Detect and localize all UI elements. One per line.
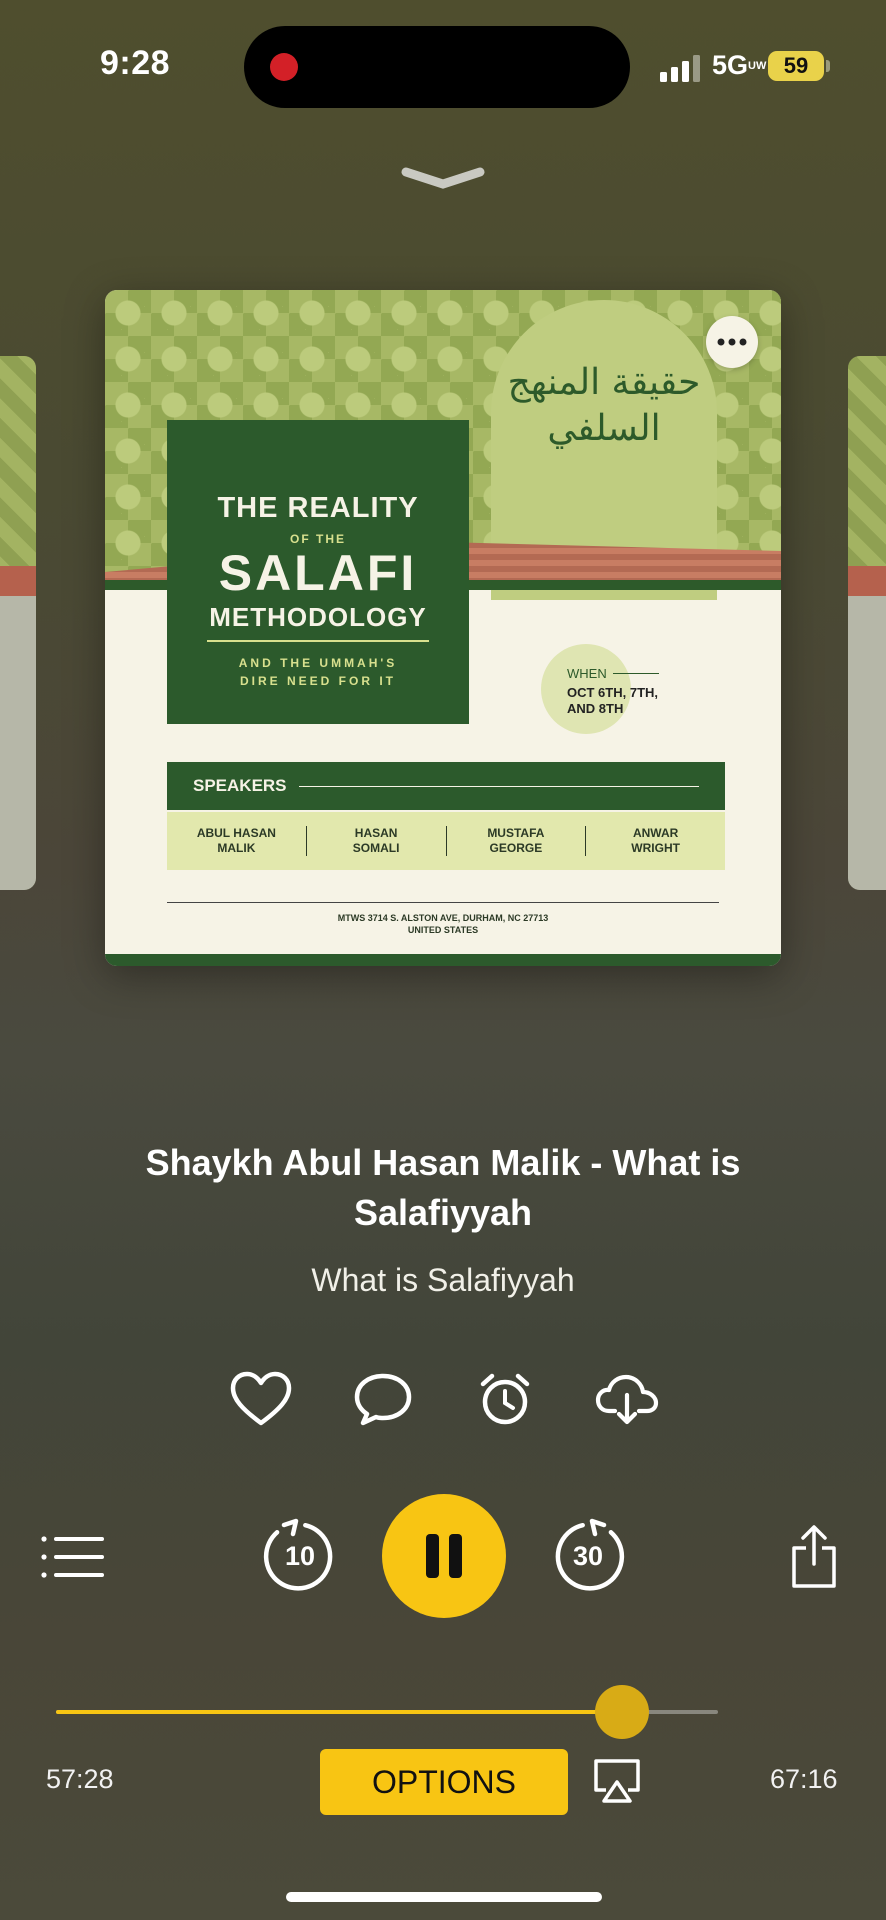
cellular-signal-icon xyxy=(660,55,700,82)
network-superscript: UW xyxy=(748,60,767,73)
download-button[interactable] xyxy=(590,1366,664,1432)
episode-artwork: حقيقة المنهج السلفي THE REALITY OF THE S… xyxy=(105,290,781,966)
airplay-icon[interactable] xyxy=(592,1758,642,1804)
speaker-name-line: MUSTAFA xyxy=(487,826,545,840)
artwork-footer-bar xyxy=(105,954,781,966)
previous-artwork-peek[interactable] xyxy=(0,356,36,890)
more-options-button[interactable] xyxy=(706,316,758,368)
artwork-title-line-1: THE REALITY xyxy=(217,492,419,524)
total-duration: 67:16 xyxy=(770,1764,838,1794)
sleep-timer-button[interactable] xyxy=(472,1366,538,1432)
ellipsis-icon xyxy=(717,338,747,346)
artwork-speakers-rule xyxy=(299,786,699,787)
elapsed-time: 57:28 xyxy=(46,1764,114,1794)
cloud-download-icon xyxy=(595,1374,659,1425)
speaker-name-line: ABUL HASAN xyxy=(196,826,276,840)
options-button[interactable]: OPTIONS xyxy=(320,1749,568,1815)
podcast-name[interactable]: What is Salafiyyah xyxy=(100,1262,786,1299)
network-label: 5G xyxy=(712,50,749,80)
pause-button[interactable] xyxy=(382,1494,506,1618)
next-artwork-peek[interactable] xyxy=(848,356,886,890)
artwork-address: MTWS 3714 S. ALSTON AVE, DURHAM, NC 2771… xyxy=(167,912,719,936)
share-icon[interactable] xyxy=(788,1524,840,1590)
artwork-title-line-3: METHODOLOGY xyxy=(209,602,427,632)
artwork-speaker: ANWAR WRIGHT xyxy=(586,826,725,856)
artwork-title-line-2: SALAFI xyxy=(218,545,418,601)
status-time: 9:28 xyxy=(100,44,171,82)
forward-seconds: 30 xyxy=(572,1541,604,1571)
artwork-address-line-2: UNITED STATES xyxy=(407,925,479,935)
battery-indicator: 59 xyxy=(768,51,824,81)
artwork-title-box: THE REALITY OF THE SALAFI METHODOLOGY AN… xyxy=(167,420,469,724)
artwork-speakers-label: SPEAKERS xyxy=(193,776,287,795)
battery-tip xyxy=(826,60,830,72)
episode-title: Shaykh Abul Hasan Malik - What is Salafi… xyxy=(145,1142,741,1233)
artwork-speakers-row: ABUL HASAN MALIK HASAN SOMALI MUSTAFA GEORG… xyxy=(167,812,725,870)
artwork-subtitle-line-2: DIRE NEED FOR IT xyxy=(239,674,396,688)
speaker-name-line: SOMALI xyxy=(352,841,400,855)
speaker-name-line: ANWAR xyxy=(632,826,679,840)
artwork-speaker: MUSTAFA GEORGE xyxy=(447,826,587,856)
artwork-when-rule xyxy=(613,673,659,674)
artwork-speaker: HASAN SOMALI xyxy=(307,826,447,856)
artwork-subtitle: AND THE UMMAH'S DIRE NEED FOR IT xyxy=(167,654,469,690)
heart-icon xyxy=(230,1371,292,1426)
alarm-clock-icon xyxy=(480,1373,530,1425)
artwork-speakers-bar: SPEAKERS xyxy=(167,762,725,810)
artwork-arabic-title: حقيقة المنهج السلفي xyxy=(507,362,701,449)
speaker-name-line: MALIK xyxy=(217,841,256,855)
progress-thumb[interactable] xyxy=(595,1685,649,1739)
artwork-speaker: ABUL HASAN MALIK xyxy=(167,826,307,856)
progress-fill xyxy=(56,1710,622,1714)
artwork-when-dates: OCT 6TH, 7TH, AND 8TH xyxy=(567,685,687,717)
artwork-address-line-1: MTWS 3714 S. ALSTON AVE, DURHAM, NC 2771… xyxy=(337,913,549,923)
speaker-name-line: HASAN xyxy=(354,826,398,840)
artwork-when-dates-line-2: AND 8TH xyxy=(567,701,624,716)
pause-icon xyxy=(426,1534,462,1578)
like-button[interactable] xyxy=(226,1366,296,1432)
artwork-subtitle-line-1: AND THE UMMAH'S xyxy=(238,656,398,670)
speaker-name-line: WRIGHT xyxy=(631,841,680,855)
queue-list-icon[interactable] xyxy=(40,1534,106,1580)
chevron-down-icon[interactable] xyxy=(400,164,486,192)
artwork-address-rule xyxy=(167,902,719,903)
forward-button[interactable]: 30 xyxy=(550,1518,626,1594)
home-indicator[interactable] xyxy=(286,1892,602,1902)
dynamic-island xyxy=(244,26,630,108)
artwork-title-rule xyxy=(207,640,429,642)
recording-indicator-icon xyxy=(270,53,298,81)
rewind-seconds: 10 xyxy=(284,1541,316,1571)
rewind-button[interactable]: 10 xyxy=(262,1518,338,1594)
artwork-when-label: WHEN xyxy=(567,666,607,681)
comment-button[interactable] xyxy=(350,1366,416,1432)
network-type: 5GUW xyxy=(712,50,767,81)
speech-bubble-icon xyxy=(354,1373,412,1426)
artwork-when-dates-line-1: OCT 6TH, 7TH, xyxy=(567,685,659,700)
speaker-name-line: GEORGE xyxy=(489,841,543,855)
